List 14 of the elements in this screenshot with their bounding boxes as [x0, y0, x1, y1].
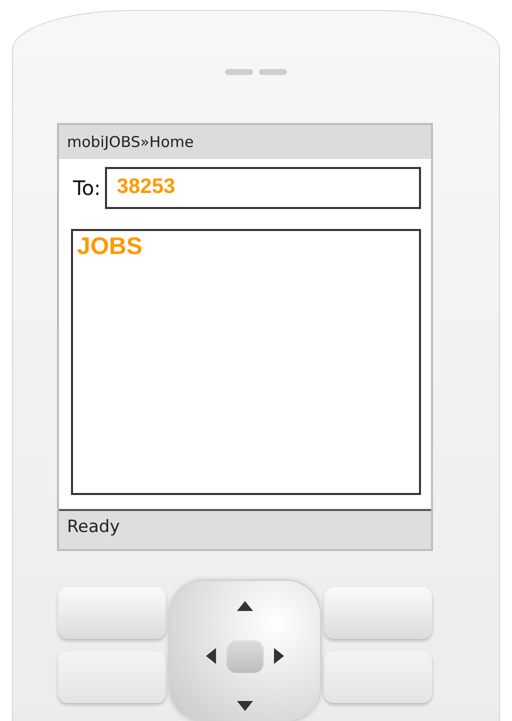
left-soft-key[interactable]	[58, 587, 166, 639]
status-bar: Ready	[59, 509, 431, 549]
screen-title: mobiJOBS»Home	[59, 125, 431, 159]
right-arrow-icon	[274, 648, 284, 664]
down-arrow-icon	[237, 701, 253, 711]
navigation-pad[interactable]	[170, 581, 320, 721]
speaker-slot-icon	[225, 67, 287, 77]
left-arrow-icon	[206, 648, 216, 664]
up-arrow-icon	[237, 601, 253, 611]
to-label: To:	[73, 176, 101, 200]
jobs-heading: JOBS	[77, 233, 142, 260]
to-input-field[interactable]: 38253	[104, 167, 421, 209]
right-soft-key[interactable]	[324, 587, 432, 639]
select-key[interactable]	[226, 639, 264, 673]
